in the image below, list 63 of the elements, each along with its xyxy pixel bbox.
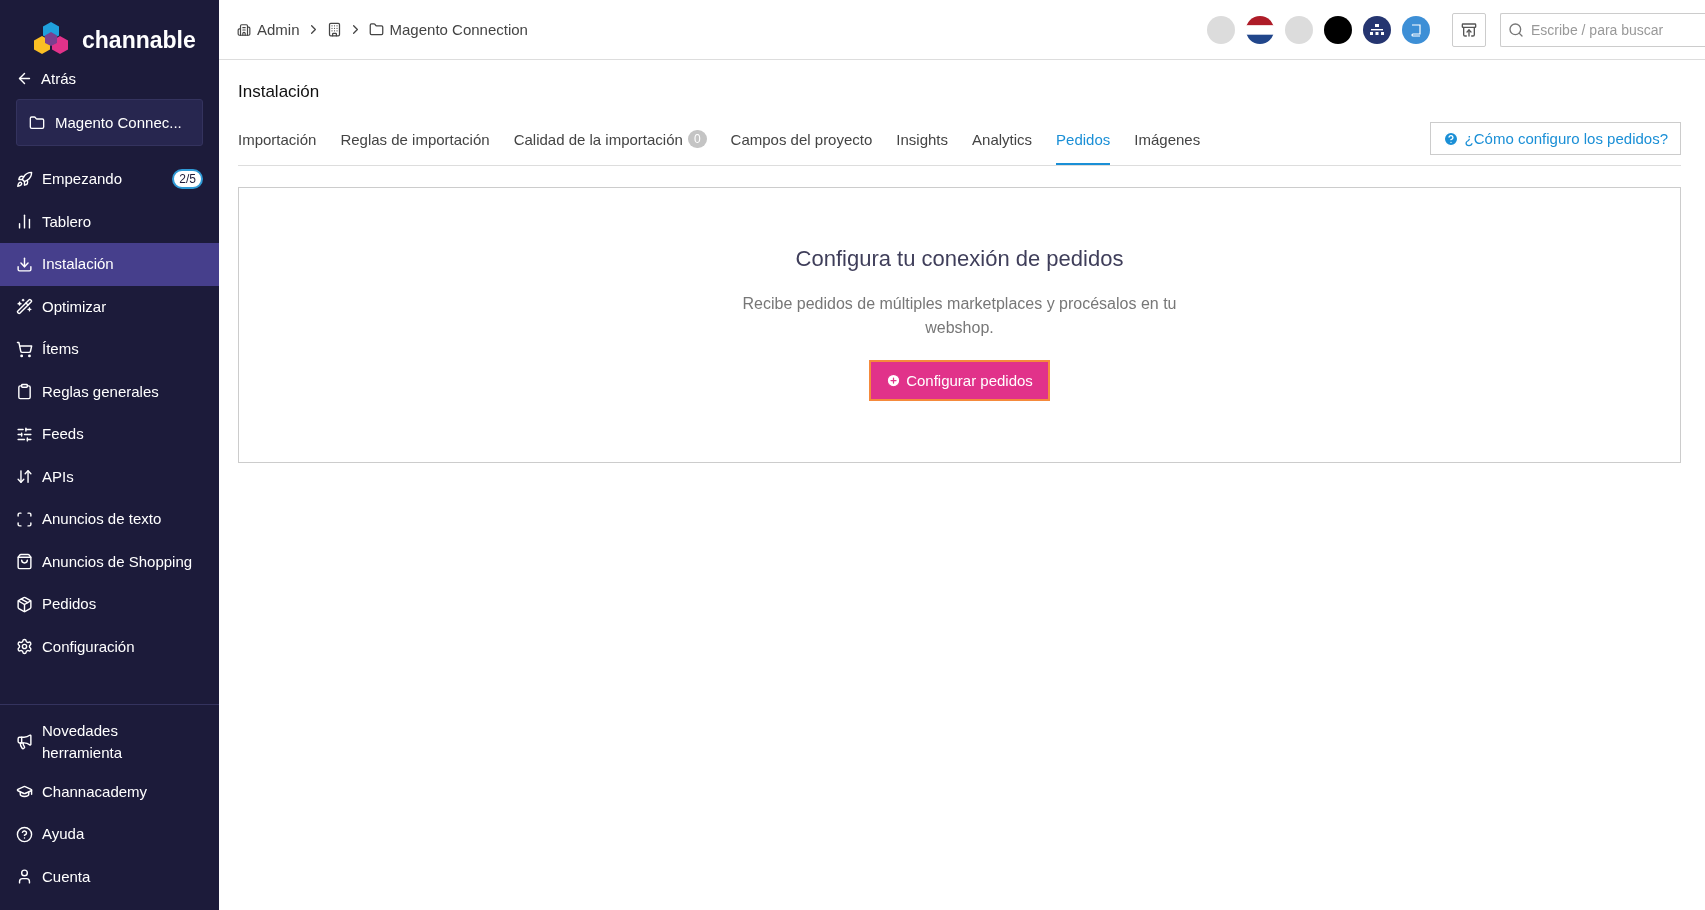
flag-icon[interactable] (1246, 15, 1274, 44)
sidebar-item[interactable]: Pedidos (0, 583, 219, 626)
configure-button[interactable]: Configurar pedidos (869, 360, 1050, 401)
avatar-circle[interactable] (1324, 15, 1352, 44)
sliders-icon (16, 425, 33, 443)
sidebar-item[interactable]: Channacademy (0, 770, 219, 813)
sidebar-item[interactable]: Empezando 2/5 (0, 158, 219, 201)
search-field[interactable]: Escribe / para buscar (1500, 12, 1705, 47)
arrow-left-icon (16, 70, 33, 87)
download-button[interactable] (1452, 12, 1486, 47)
sidebar-item[interactable]: APIs (0, 455, 219, 498)
tab[interactable]: Campos del proyecto (730, 125, 873, 165)
scan-icon (16, 510, 33, 528)
plus-circle-icon (886, 373, 902, 388)
sidebar-item[interactable]: Ayuda (0, 813, 219, 856)
breadcrumb-link[interactable]: Magento Connection (389, 21, 528, 38)
help-icon (16, 825, 33, 843)
user-icon (16, 868, 33, 886)
sidebar-item[interactable]: Reglas generales (0, 370, 219, 413)
breadcrumb-link[interactable]: Admin (257, 21, 300, 38)
wand-icon (16, 298, 33, 316)
folder-icon (29, 114, 45, 131)
cart-icon (16, 340, 33, 358)
count-badge: 0 (687, 130, 707, 148)
sidebar-item[interactable]: Instalación (0, 243, 219, 286)
card-title: Configura tu conexión de pedidos (795, 246, 1124, 272)
megaphone-icon (16, 733, 33, 750)
sidebar-item[interactable]: Cuenta (0, 855, 219, 898)
arrows-icon (16, 468, 33, 486)
page-title: Instalación (238, 82, 321, 102)
building-icon (237, 22, 251, 37)
tab[interactable]: Imágenes (1134, 125, 1201, 165)
bag-icon (16, 553, 33, 571)
sidebar-item[interactable]: Tablero (0, 200, 219, 243)
help-icon (1442, 130, 1459, 147)
folder-icon (368, 22, 384, 37)
tab[interactable]: Pedidos (1056, 125, 1111, 165)
sidebar-item[interactable]: Ítems (0, 328, 219, 371)
tab[interactable]: Calidad de la importación 0 (513, 124, 707, 165)
clipboard-icon (16, 383, 33, 401)
sidebar-item[interactable]: Novedades herramienta (0, 712, 150, 771)
progress-badge: 2/5 (172, 169, 203, 190)
building-icon[interactable] (326, 22, 342, 37)
bar-chart-icon (16, 213, 33, 231)
tab[interactable]: Analytics (972, 125, 1033, 165)
card-description: Recibe pedidos de múltiples marketplaces y procésalos en tu webshop. (741, 294, 1178, 338)
help-link[interactable]: ¿Cómo configuro los pedidos? (1429, 122, 1681, 155)
tab[interactable]: Importación (238, 125, 317, 165)
sidebar-item[interactable]: Anuncios de texto (0, 498, 219, 541)
rocket-icon (16, 170, 33, 188)
project-selector[interactable]: Magento Connec... (16, 99, 203, 146)
sidebar-item[interactable]: Anuncios de Shopping (0, 540, 219, 583)
sidebar-item[interactable]: Configuración (0, 625, 219, 668)
sidebar-item[interactable]: Optimizar (0, 285, 219, 328)
package-icon (16, 595, 33, 613)
settings-icon (16, 638, 33, 656)
search-icon (1508, 21, 1524, 38)
tab[interactable]: Reglas de importación (340, 125, 490, 165)
sidebar-item[interactable]: Feeds (0, 413, 219, 456)
brand-name: channable (82, 26, 196, 54)
tab[interactable]: Insights (896, 125, 949, 165)
back-link[interactable]: Atrás (0, 66, 219, 91)
sitemap-icon[interactable] (1363, 15, 1391, 44)
